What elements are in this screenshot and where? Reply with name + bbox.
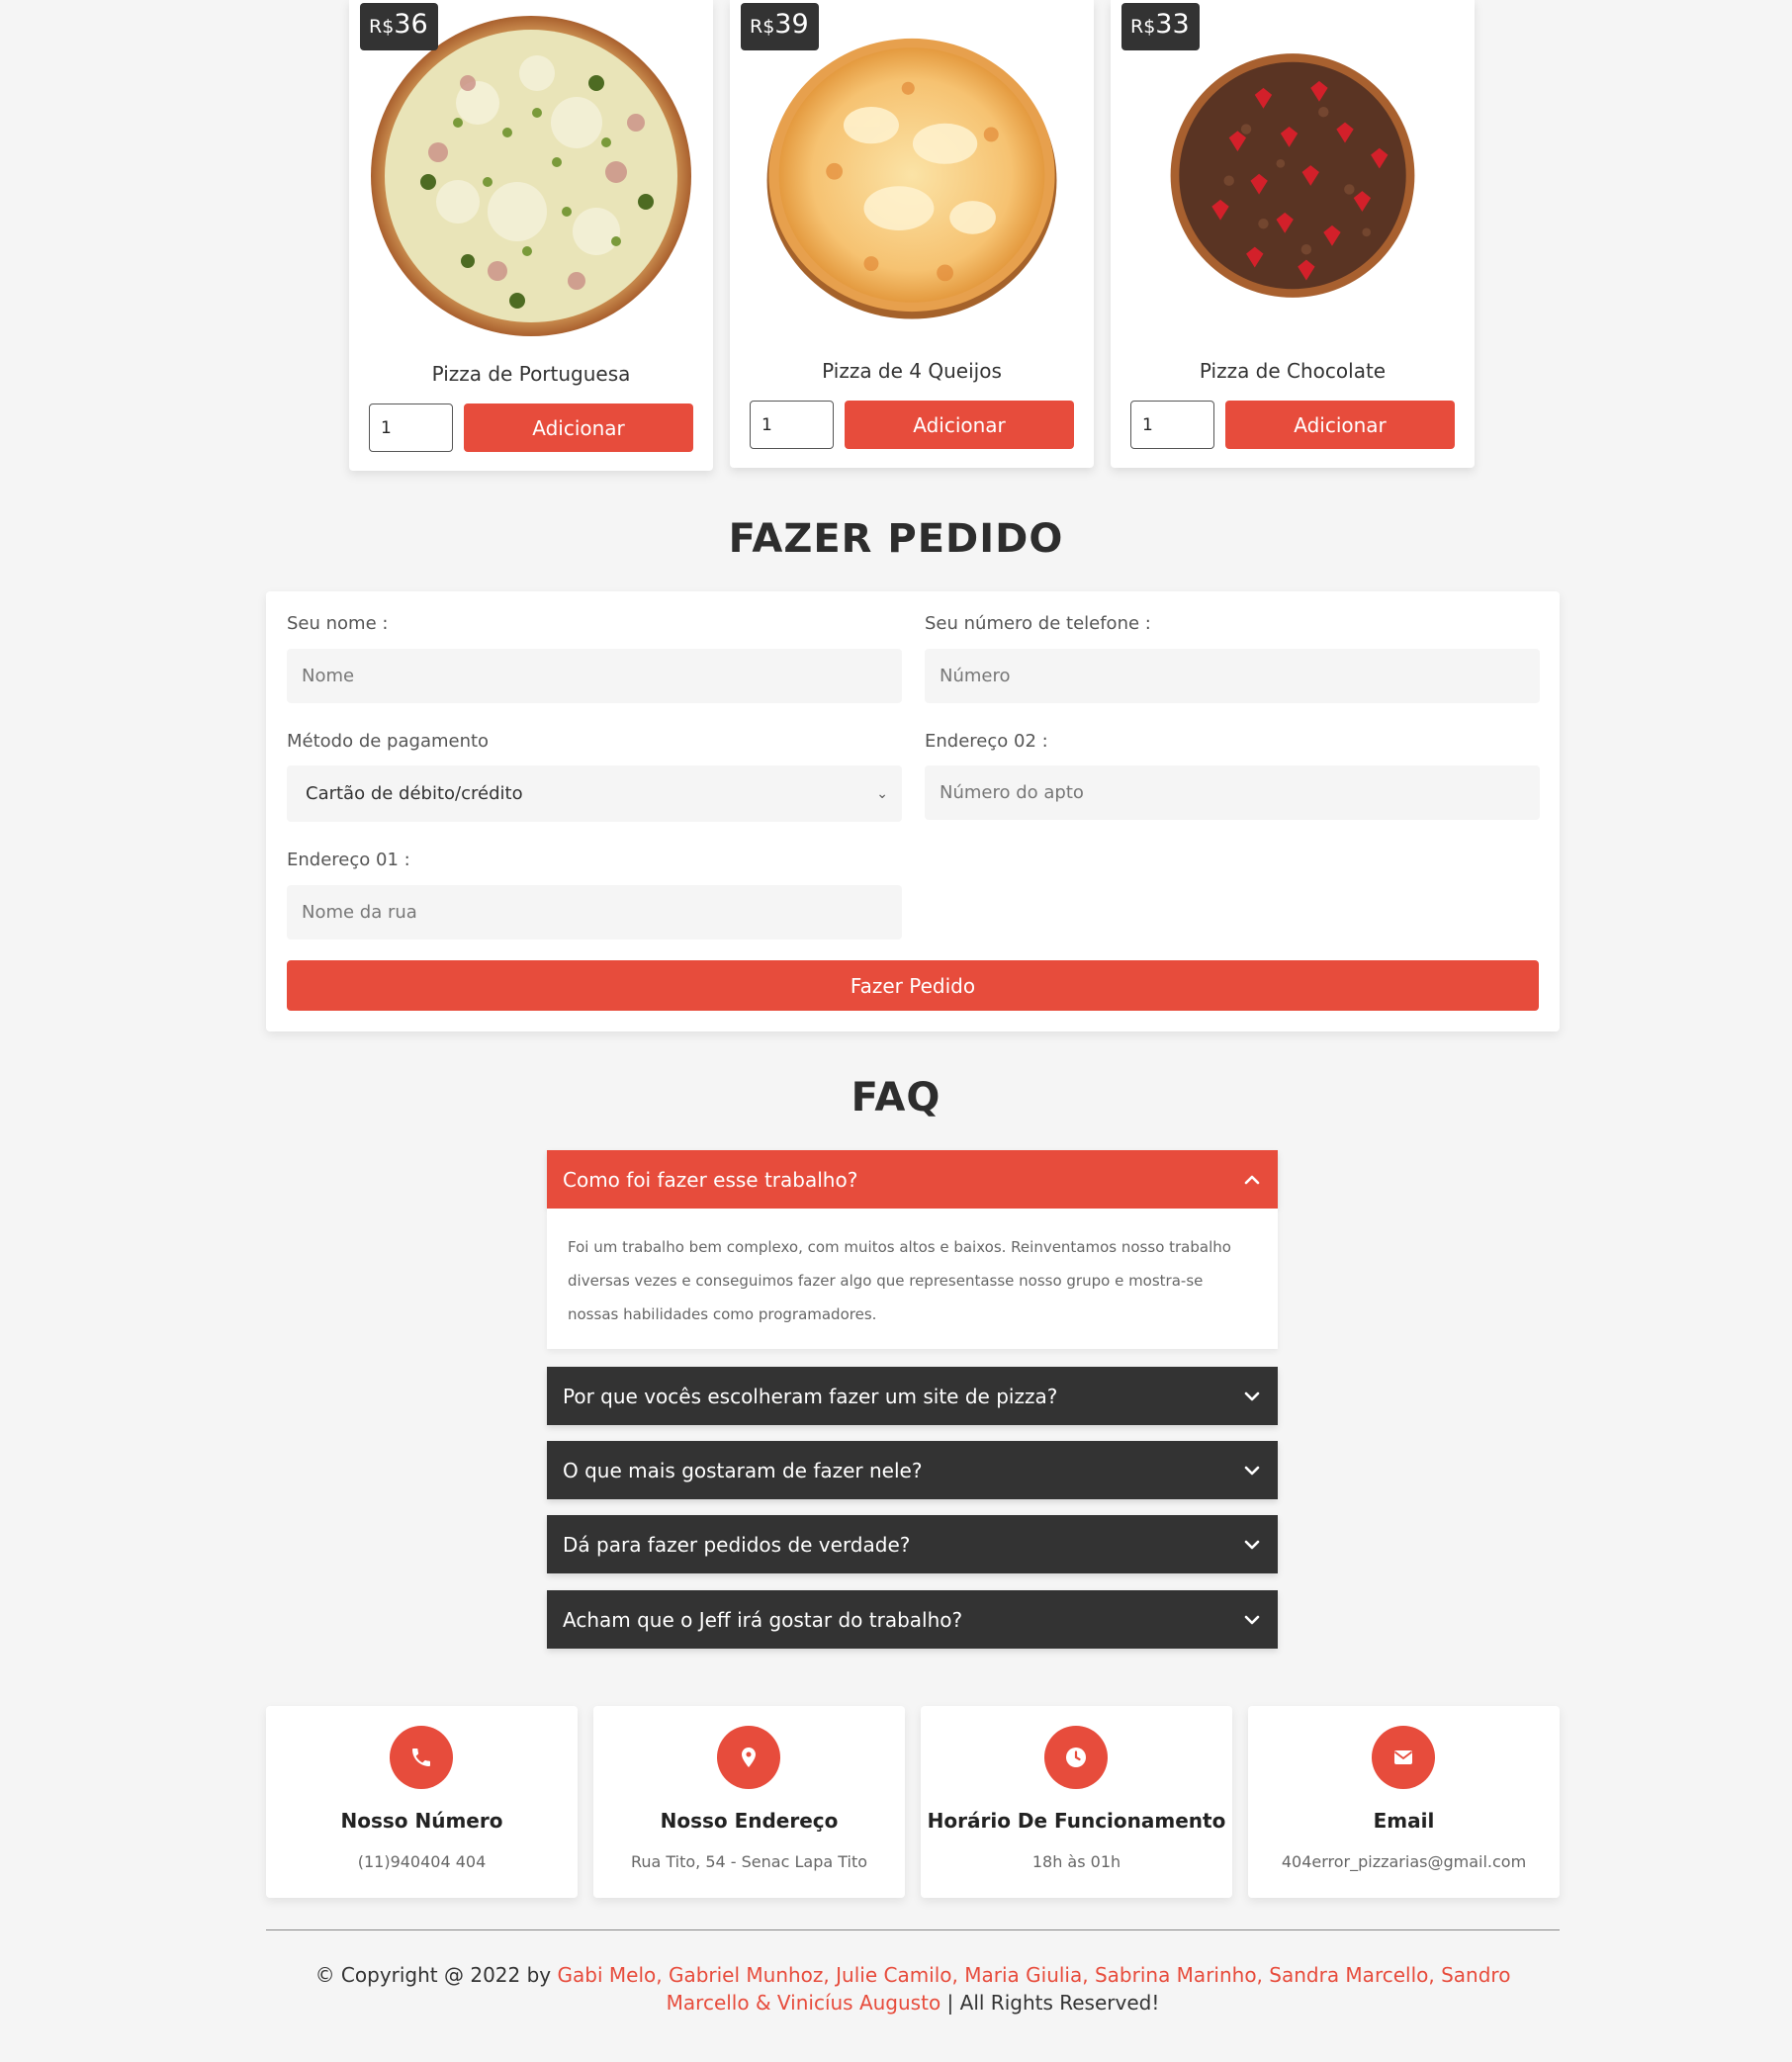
- faq-title: FAQ: [851, 1075, 941, 1121]
- info-box-phone: Nosso Número (11)940404 404: [266, 1706, 578, 1898]
- add-to-cart-button[interactable]: Adicionar: [464, 403, 693, 452]
- name-input[interactable]: [287, 649, 902, 703]
- faq-question-text: O que mais gostaram de fazer nele?: [563, 1458, 923, 1482]
- payment-method-value: Cartão de débito/crédito: [306, 783, 523, 804]
- order-section-title: FAZER PEDIDO: [728, 516, 1064, 562]
- phone-input[interactable]: [925, 649, 1540, 703]
- faq-question-4[interactable]: Dá para fazer pedidos de verdade?: [547, 1515, 1278, 1573]
- faq-question-text: Dá para fazer pedidos de verdade?: [563, 1532, 911, 1557]
- pizza-cards: R$36 Pizza de Portuguesa 1 Adicionar R$3…: [349, 0, 1477, 471]
- chevron-down-icon: [1244, 1391, 1260, 1400]
- pizza-card-4-queijos: R$39 Pizza de 4 Queijos Adicionar: [730, 0, 1094, 468]
- info-title: Horário De Funcionamento: [927, 1809, 1226, 1833]
- quantity-input[interactable]: [750, 401, 834, 449]
- info-title: Nosso Endereço: [660, 1809, 839, 1833]
- pizza-card-portuguesa: R$36 Pizza de Portuguesa 1 Adicionar: [349, 0, 713, 471]
- clock-icon: [1044, 1726, 1108, 1789]
- price-badge: R$39: [741, 3, 819, 50]
- name-label: Seu nome :: [287, 613, 389, 634]
- footer-credit: © Copyright @ 2022 by Gabi Melo, Gabriel…: [277, 1961, 1549, 2017]
- faq-question-1[interactable]: Como foi fazer esse trabalho?: [547, 1150, 1278, 1209]
- info-box-hours: Horário De Funcionamento 18h às 01h: [921, 1706, 1232, 1898]
- pizza-chocolate-image: [1170, 53, 1415, 298]
- chevron-down-icon: [1244, 1466, 1260, 1475]
- address-2-label: Endereço 02 :: [925, 731, 1048, 752]
- info-text: 404error_pizzarias@gmail.com: [1281, 1852, 1527, 1871]
- chevron-up-icon: [1244, 1175, 1260, 1184]
- address-1-label: Endereço 01 :: [287, 850, 410, 870]
- faq-answer-1: Foi um trabalho bem complexo, com muitos…: [547, 1209, 1278, 1349]
- pizza-name: Pizza de Portuguesa: [431, 362, 631, 386]
- copyright-text: © Copyright @ 2022 by: [314, 1963, 558, 1987]
- info-text: (11)940404 404: [357, 1852, 487, 1871]
- pizza-name: Pizza de 4 Queijos: [822, 359, 1002, 383]
- payment-method-select[interactable]: Cartão de débito/crédito ⌄: [287, 765, 902, 822]
- address-2-input[interactable]: [925, 765, 1540, 820]
- info-box-address: Nosso Endereço Rua Tito, 54 - Senac Lapa…: [593, 1706, 905, 1898]
- phone-label: Seu número de telefone :: [925, 613, 1151, 634]
- payment-method-label: Método de pagamento: [287, 731, 490, 752]
- quantity-input[interactable]: [369, 403, 453, 452]
- envelope-icon: [1372, 1726, 1435, 1789]
- info-box-email: Email 404error_pizzarias@gmail.com: [1248, 1706, 1560, 1898]
- footer-divider: [266, 1929, 1560, 1930]
- faq-question-text: Por que vocês escolheram fazer um site d…: [563, 1384, 1058, 1408]
- location-pin-icon: [717, 1726, 780, 1789]
- address-1-input[interactable]: [287, 885, 902, 940]
- faq-question-text: Acham que o Jeff irá gostar do trabalho?: [563, 1607, 963, 1632]
- pizza-portuguesa-image: [371, 16, 691, 336]
- quantity-input[interactable]: [1130, 401, 1214, 449]
- faq-question-5[interactable]: Acham que o Jeff irá gostar do trabalho?: [547, 1590, 1278, 1649]
- info-text: Rua Tito, 54 - Senac Lapa Tito: [630, 1852, 868, 1871]
- info-title: Email: [1373, 1809, 1435, 1833]
- chevron-down-icon: [1244, 1615, 1260, 1624]
- order-form: Seu nome : Seu número de telefone : Méto…: [266, 591, 1560, 1031]
- pizza-name: Pizza de Chocolate: [1199, 359, 1387, 383]
- info-title: Nosso Número: [340, 1809, 503, 1833]
- chevron-down-icon: [1244, 1540, 1260, 1549]
- faq-question-text: Como foi fazer esse trabalho?: [563, 1167, 858, 1192]
- pizza-card-chocolate: R$33 Pizza de Chocolate Adicionar: [1111, 0, 1475, 468]
- add-to-cart-button[interactable]: Adicionar: [845, 401, 1074, 449]
- phone-icon: [390, 1726, 453, 1789]
- faq-question-2[interactable]: Por que vocês escolheram fazer um site d…: [547, 1367, 1278, 1425]
- price-badge: R$36: [360, 3, 438, 50]
- rights-text: | All Rights Reserved!: [941, 1991, 1160, 2015]
- chevron-down-icon: ⌄: [876, 785, 888, 802]
- info-text: 18h às 01h: [1031, 1852, 1121, 1871]
- price-badge: R$33: [1121, 3, 1200, 50]
- add-to-cart-button[interactable]: Adicionar: [1225, 401, 1455, 449]
- pizza-4-queijos-image: [766, 38, 1057, 319]
- place-order-button[interactable]: Fazer Pedido: [287, 960, 1539, 1011]
- faq-question-3[interactable]: O que mais gostaram de fazer nele?: [547, 1441, 1278, 1499]
